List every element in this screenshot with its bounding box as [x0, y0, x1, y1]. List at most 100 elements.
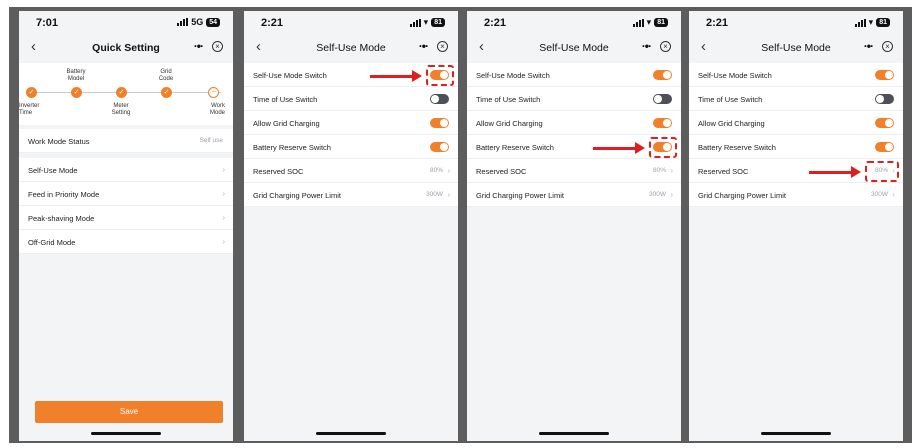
wifi-icon: ▾	[423, 17, 429, 27]
chevron-right-icon: ›	[670, 166, 673, 175]
setting-label: Time of Use Switch	[476, 95, 541, 104]
status-icons: ▾ 81	[854, 17, 890, 28]
setting-label: Self-Use Mode Switch	[476, 71, 550, 80]
annotation-arrow-icon	[593, 142, 645, 154]
setting-row-time-of-use-switch[interactable]: Time of Use Switch	[467, 87, 681, 111]
battery-icon: 81	[876, 18, 890, 27]
setting-value: 300W	[426, 191, 443, 198]
battery-icon: 81	[654, 18, 668, 27]
allow-grid-charging-toggle[interactable]	[875, 118, 894, 128]
chevron-right-icon: ›	[222, 165, 225, 174]
mode-item-label: Off-Grid Mode	[28, 238, 76, 247]
setting-row-reserved-soc[interactable]: Reserved SOC 80% ›	[244, 159, 458, 183]
status-bar: 2:21 ▾ 81	[467, 11, 681, 35]
setting-label: Allow Grid Charging	[476, 119, 543, 128]
chevron-right-icon: ›	[222, 213, 225, 222]
signal-icon	[409, 18, 421, 27]
setting-label: Battery Reserve Switch	[698, 143, 776, 152]
network-label: 5G	[191, 17, 204, 27]
mode-list: Self-Use Mode › Feed in Priority Mode › Pe…	[19, 158, 233, 254]
time-of-use-switch-toggle[interactable]	[653, 94, 672, 104]
nav-bar: ‹ Self-Use Mode ·•· ×	[244, 37, 458, 61]
nav-bar: ‹ Self-Use Mode ·•· ×	[689, 37, 903, 61]
self-use-mode-screen-2: 2:21 ▾ 81 ‹ Self-Use Mode ·•· × Self-Use Mode S…	[467, 11, 681, 441]
setting-row-battery-reserve-switch[interactable]: Battery Reserve Switch	[689, 135, 903, 159]
save-button[interactable]: Save	[35, 401, 223, 423]
home-indicator	[91, 432, 161, 435]
battery-reserve-switch-toggle[interactable]	[875, 142, 894, 152]
signal-icon	[632, 18, 644, 27]
annotation-highlight-box	[426, 65, 454, 86]
quick-setting-screen: 7:01 5G 54 ‹ Quick Setting ·•· × ✓ ✓ ✓ ✓…	[19, 11, 233, 441]
setting-row-grid-charging-power-limit[interactable]: Grid Charging Power Limit 300W ›	[689, 183, 903, 207]
step-label-meter-setting: Meter Setting	[111, 103, 131, 116]
setting-row-grid-charging-power-limit[interactable]: Grid Charging Power Limit 300W ›	[467, 183, 681, 207]
setting-value: 300W	[871, 191, 888, 198]
setting-row-time-of-use-switch[interactable]: Time of Use Switch	[689, 87, 903, 111]
step-label-battery-model: Battery Model	[66, 69, 86, 82]
wifi-icon: ▾	[868, 17, 874, 27]
setting-row-self-use-mode-switch[interactable]: Self-Use Mode Switch	[689, 63, 903, 87]
setup-stepper: ✓ ✓ ✓ ✓ − Inverter Time Battery Model Mete…	[19, 63, 233, 125]
annotation-highlight-box	[649, 137, 677, 158]
annotation-arrow-icon	[809, 166, 861, 178]
setting-label: Battery Reserve Switch	[253, 143, 331, 152]
nav-bar: ‹ Quick Setting ·•· ×	[19, 37, 233, 61]
mode-item-peak-shaving[interactable]: Peak-shaving Mode ›	[19, 206, 233, 230]
annotation-arrow-icon	[370, 70, 422, 82]
close-circle-icon[interactable]: ×	[882, 41, 893, 52]
more-icon[interactable]: ·•·	[419, 39, 429, 53]
home-indicator	[316, 432, 386, 435]
battery-reserve-switch-toggle[interactable]	[430, 142, 449, 152]
mode-item-self-use[interactable]: Self-Use Mode ›	[19, 158, 233, 182]
setting-label: Battery Reserve Switch	[476, 143, 554, 152]
mode-item-feed-in-priority[interactable]: Feed in Priority Mode ›	[19, 182, 233, 206]
setting-row-allow-grid-charging[interactable]: Allow Grid Charging	[244, 111, 458, 135]
setting-row-battery-reserve-switch[interactable]: Battery Reserve Switch	[244, 135, 458, 159]
allow-grid-charging-toggle[interactable]	[653, 118, 672, 128]
status-time: 7:01	[36, 17, 59, 29]
setting-label: Reserved SOC	[476, 167, 527, 176]
signal-icon	[177, 18, 189, 26]
status-icons: ▾ 81	[632, 17, 668, 28]
setting-value: 80%	[429, 167, 443, 174]
allow-grid-charging-toggle[interactable]	[430, 118, 449, 128]
chevron-right-icon: ›	[670, 190, 673, 199]
chevron-right-icon: ›	[447, 190, 450, 199]
more-icon[interactable]: ·•·	[194, 39, 204, 53]
chevron-right-icon: ›	[222, 237, 225, 246]
home-indicator	[539, 432, 609, 435]
work-mode-status-row: Work Mode Status Self use	[19, 129, 233, 153]
close-circle-icon[interactable]: ×	[437, 41, 448, 52]
setting-row-allow-grid-charging[interactable]: Allow Grid Charging	[467, 111, 681, 135]
wifi-icon: ▾	[646, 17, 652, 27]
setting-label: Self-Use Mode Switch	[698, 71, 772, 80]
close-circle-icon[interactable]: ×	[212, 41, 223, 52]
setting-label: Grid Charging Power Limit	[698, 191, 786, 200]
setting-value: 300W	[649, 191, 666, 198]
setting-label: Time of Use Switch	[253, 95, 318, 104]
battery-icon: 81	[431, 18, 445, 27]
more-icon[interactable]: ·•·	[642, 39, 652, 53]
close-circle-icon[interactable]: ×	[660, 41, 671, 52]
mode-item-off-grid[interactable]: Off-Grid Mode ›	[19, 230, 233, 254]
chevron-right-icon: ›	[892, 190, 895, 199]
work-mode-status-value: Self use	[199, 137, 224, 144]
step-grid-code-check-icon: ✓	[161, 87, 172, 98]
setting-row-reserved-soc[interactable]: Reserved SOC 80% ›	[467, 159, 681, 183]
setting-row-time-of-use-switch[interactable]: Time of Use Switch	[244, 87, 458, 111]
status-time: 2:21	[484, 17, 507, 29]
settings-list: Self-Use Mode Switch Time of Use Switch Al…	[467, 63, 681, 207]
battery-icon: 54	[206, 17, 220, 27]
setting-row-grid-charging-power-limit[interactable]: Grid Charging Power Limit 300W ›	[244, 183, 458, 207]
time-of-use-switch-toggle[interactable]	[875, 94, 894, 104]
setting-row-self-use-mode-switch[interactable]: Self-Use Mode Switch	[467, 63, 681, 87]
setting-label: Reserved SOC	[698, 167, 749, 176]
time-of-use-switch-toggle[interactable]	[430, 94, 449, 104]
more-icon[interactable]: ·•·	[864, 39, 874, 53]
step-label-inverter-time: Inverter Time	[19, 103, 40, 116]
step-inverter-time-check-icon: ✓	[26, 87, 37, 98]
setting-row-allow-grid-charging[interactable]: Allow Grid Charging	[689, 111, 903, 135]
self-use-mode-switch-toggle[interactable]	[653, 70, 672, 80]
self-use-mode-switch-toggle[interactable]	[875, 70, 894, 80]
